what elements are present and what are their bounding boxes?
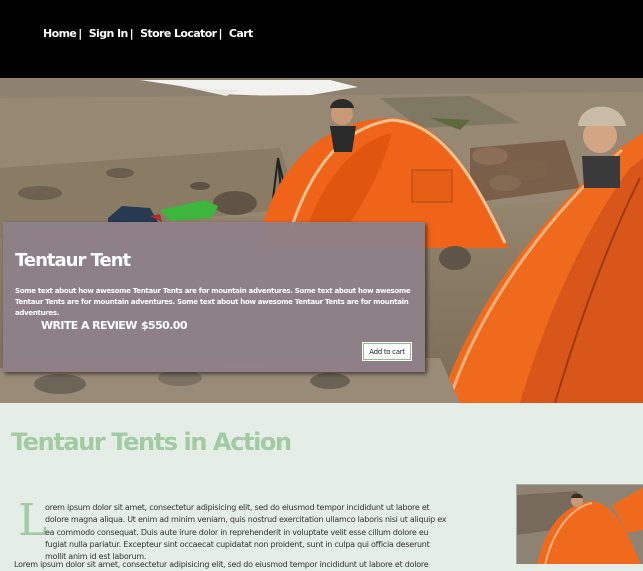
hero-banner: Tentaur Tent Some text about how awesome… [0, 78, 643, 403]
nav-home-link[interactable]: Home [43, 27, 77, 40]
hero-rock [190, 182, 210, 190]
hero-person-body [582, 156, 620, 188]
product-price: $550.00 [141, 319, 188, 332]
hero-rock [18, 186, 62, 200]
intro-paragraph: orem ipsum dolor sit amet, consectetur a… [45, 503, 447, 562]
hero-rock [489, 175, 521, 191]
hero-person-body [330, 126, 356, 152]
product-title: Tentaur Tent [15, 250, 131, 271]
nav-store-locator-link[interactable]: Store Locator [140, 27, 217, 40]
nav-separator: | [218, 27, 223, 40]
hero-tent-logo [411, 169, 453, 203]
hero-rock [439, 246, 471, 270]
hero-rock [310, 373, 350, 389]
nav-separator: | [78, 27, 82, 40]
tent-thumbnail-photo [517, 485, 643, 564]
hero-rock [472, 147, 508, 165]
nav-cart-link[interactable]: Cart [229, 27, 253, 40]
hero-rock [158, 370, 202, 386]
section-title: Tentaur Tents in Action [11, 428, 292, 456]
write-review-link[interactable]: WRITE A REVIEW [41, 319, 137, 332]
nav-sign-in-link[interactable]: Sign In [89, 27, 129, 40]
drop-cap: L [18, 495, 48, 546]
hero-rock [213, 191, 257, 215]
hero-rock [34, 374, 86, 394]
nav-separator: | [129, 27, 134, 40]
product-card: Tentaur Tent Some text about how awesome… [3, 222, 425, 372]
top-nav-bar: Home | Sign In | Store Locator | Cart [0, 0, 643, 78]
add-to-cart-button[interactable]: Add to cart [362, 342, 412, 361]
tent-thumbnail-image [516, 484, 643, 564]
product-description: Some text about how awesome Tentaur Tent… [15, 287, 411, 317]
second-paragraph: Lorem ipsum dolor sit amet, consectetur … [14, 560, 429, 569]
main-nav: Home | Sign In | Store Locator | Cart [43, 27, 253, 40]
hero-rock [106, 168, 134, 178]
